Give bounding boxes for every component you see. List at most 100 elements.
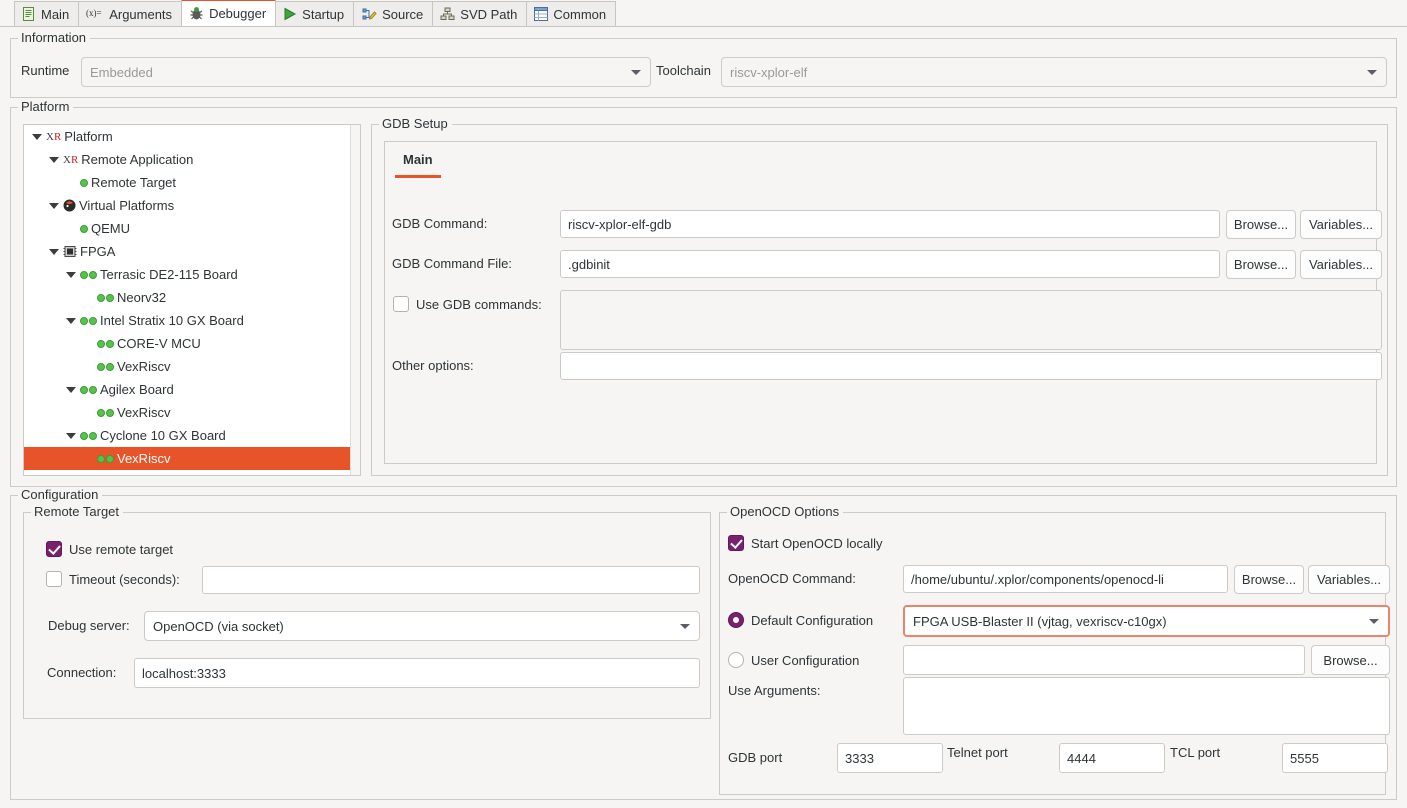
use-gdb-commands-checkbox[interactable] [393,296,409,312]
tab-arguments[interactable]: (x)= Arguments [78,1,183,26]
platform-tree[interactable]: XR Platform XR Remote Application Remote Tar… [23,124,361,476]
other-options-label: Other options: [392,358,474,373]
tree-item-core-v-mcu[interactable]: CORE-V MCU [24,332,360,355]
start-openocd-row[interactable]: Start OpenOCD locally [728,535,883,551]
tree-item-vexriscv[interactable]: VexRiscv [24,401,360,424]
gdb-setup-group: GDB Setup Main GDB Command: riscv-xplor-… [371,117,1388,476]
tree-item-neorv32[interactable]: Neorv32 [24,286,360,309]
twisty-open-icon[interactable] [49,156,59,163]
twisty-open-icon[interactable] [66,386,76,393]
user-configuration-radio[interactable] [728,652,744,668]
table-icon [534,7,549,21]
connection-input[interactable]: localhost:3333 [134,658,700,688]
user-configuration-input[interactable] [903,645,1305,675]
use-remote-target-label: Use remote target [69,541,174,557]
tree-item-virtual-platforms[interactable]: Virtual Platforms [24,194,360,217]
tree-item-cyclone-10-gx-board[interactable]: Cyclone 10 GX Board [24,424,360,447]
tab-debugger[interactable]: Debugger [181,0,277,26]
gdb-command-file-variables-button[interactable]: Variables... [1300,250,1382,279]
gdb-port-input[interactable]: 3333 [837,743,943,773]
twisty-open-icon[interactable] [49,202,59,209]
tab-startup[interactable]: Startup [275,1,355,26]
twisty-placeholder [83,341,93,347]
tree-item-platform[interactable]: XR Platform [24,125,360,148]
platform-tree-scrollbar[interactable] [350,125,360,475]
start-openocd-checkbox[interactable] [728,535,744,551]
tree-item-agilex-board[interactable]: Agilex Board [24,378,360,401]
tab-source[interactable]: Source [353,1,434,26]
timeout-row[interactable]: Timeout (seconds): [46,571,180,587]
twisty-open-icon[interactable] [66,271,76,278]
user-configuration-label: User Configuration [751,652,860,668]
tree-item-remote-target[interactable]: Remote Target [24,171,360,194]
timeout-checkbox[interactable] [46,571,62,587]
tree-item-terrasic-de2-115-board[interactable]: Terrasic DE2-115 Board [24,263,360,286]
tab-svd-path[interactable]: SVD Path [432,1,528,26]
tcl-port-label: TCL port [1170,745,1221,760]
default-configuration-radio[interactable] [728,612,744,628]
telnet-port-input[interactable]: 4444 [1059,743,1165,773]
use-remote-target-row[interactable]: Use remote target [46,541,173,557]
runtime-combo-value: Embedded [90,64,153,80]
information-group: Information Runtime Embedded Toolchain r… [10,31,1397,98]
toolchain-combo[interactable]: riscv-xplor-elf [721,57,1387,87]
use-gdb-commands-textarea[interactable] [560,290,1382,350]
play-icon [283,7,297,21]
twisty-placeholder [83,456,93,462]
tcl-port-input[interactable]: 5555 [1282,743,1388,773]
openocd-command-variables-button[interactable]: Variables... [1308,565,1390,594]
information-legend: Information [18,31,91,45]
tree-item-vexriscv[interactable]: VexRiscv [24,355,360,378]
dual-dot-icon [97,339,114,348]
tree-item-label: Neorv32 [117,290,167,305]
twisty-open-icon[interactable] [66,317,76,324]
other-options-input[interactable] [560,352,1382,380]
twisty-open-icon[interactable] [32,133,42,140]
tree-item-qemu[interactable]: QEMU [24,217,360,240]
user-configuration-row[interactable]: User Configuration [728,652,859,668]
user-configuration-browse-button[interactable]: Browse... [1311,645,1390,675]
qemu-icon [63,199,76,212]
chevron-down-icon [631,70,641,75]
tree-item-vexriscv[interactable]: VexRiscv [24,447,360,470]
gdb-tab-main[interactable]: Main [385,141,451,178]
gdb-command-variables-button[interactable]: Variables... [1300,210,1382,239]
use-arguments-label: Use Arguments: [728,683,821,698]
xr-icon: XR [63,153,79,166]
tree-item-intel-stratix-10-gx-board[interactable]: Intel Stratix 10 GX Board [24,309,360,332]
tree-item-fpga[interactable]: FPGA [24,240,360,263]
tab-common[interactable]: Common [526,1,617,26]
debug-server-value: OpenOCD (via socket) [153,618,284,634]
debug-server-combo[interactable]: OpenOCD (via socket) [144,611,700,641]
twisty-open-icon[interactable] [49,248,59,255]
openocd-command-input[interactable]: /home/ubuntu/.xplor/components/openocd-l… [903,565,1228,593]
openocd-command-browse-button[interactable]: Browse... [1234,565,1304,594]
tab-main[interactable]: Main [14,1,80,26]
dual-dot-icon [80,385,97,394]
tree-item-label: VexRiscv [117,359,171,374]
configuration-legend: Configuration [18,488,103,502]
timeout-input[interactable] [202,566,700,594]
tab-common-label: Common [553,6,607,22]
gdb-command-browse-button[interactable]: Browse... [1226,210,1296,239]
use-arguments-textarea[interactable] [903,677,1390,735]
default-configuration-combo[interactable]: FPGA USB-Blaster II (vjtag, vexriscv-c10… [903,605,1390,637]
gdb-command-label: GDB Command: [392,216,488,231]
chevron-down-icon [1367,70,1377,75]
default-configuration-row[interactable]: Default Configuration [728,612,873,628]
use-gdb-commands-label: Use GDB commands: [416,296,542,312]
gdb-command-input[interactable]: riscv-xplor-elf-gdb [560,210,1220,238]
gdb-command-variables-label: Variables... [1308,217,1374,232]
twisty-open-icon[interactable] [66,432,76,439]
gdb-command-file-variables-label: Variables... [1308,257,1374,272]
tab-startup-label: Startup [302,6,345,22]
remote-target-legend: Remote Target [31,505,124,519]
twisty-placeholder [83,364,93,370]
tree-item-remote-application[interactable]: XR Remote Application [24,148,360,171]
gdb-command-file-browse-button[interactable]: Browse... [1226,250,1296,279]
gdb-command-file-input[interactable]: .gdbinit [560,250,1220,278]
runtime-combo[interactable]: Embedded [81,57,651,87]
dual-dot-icon [97,454,114,463]
use-remote-target-checkbox[interactable] [46,541,62,557]
use-gdb-commands-row[interactable]: Use GDB commands: [393,296,542,312]
